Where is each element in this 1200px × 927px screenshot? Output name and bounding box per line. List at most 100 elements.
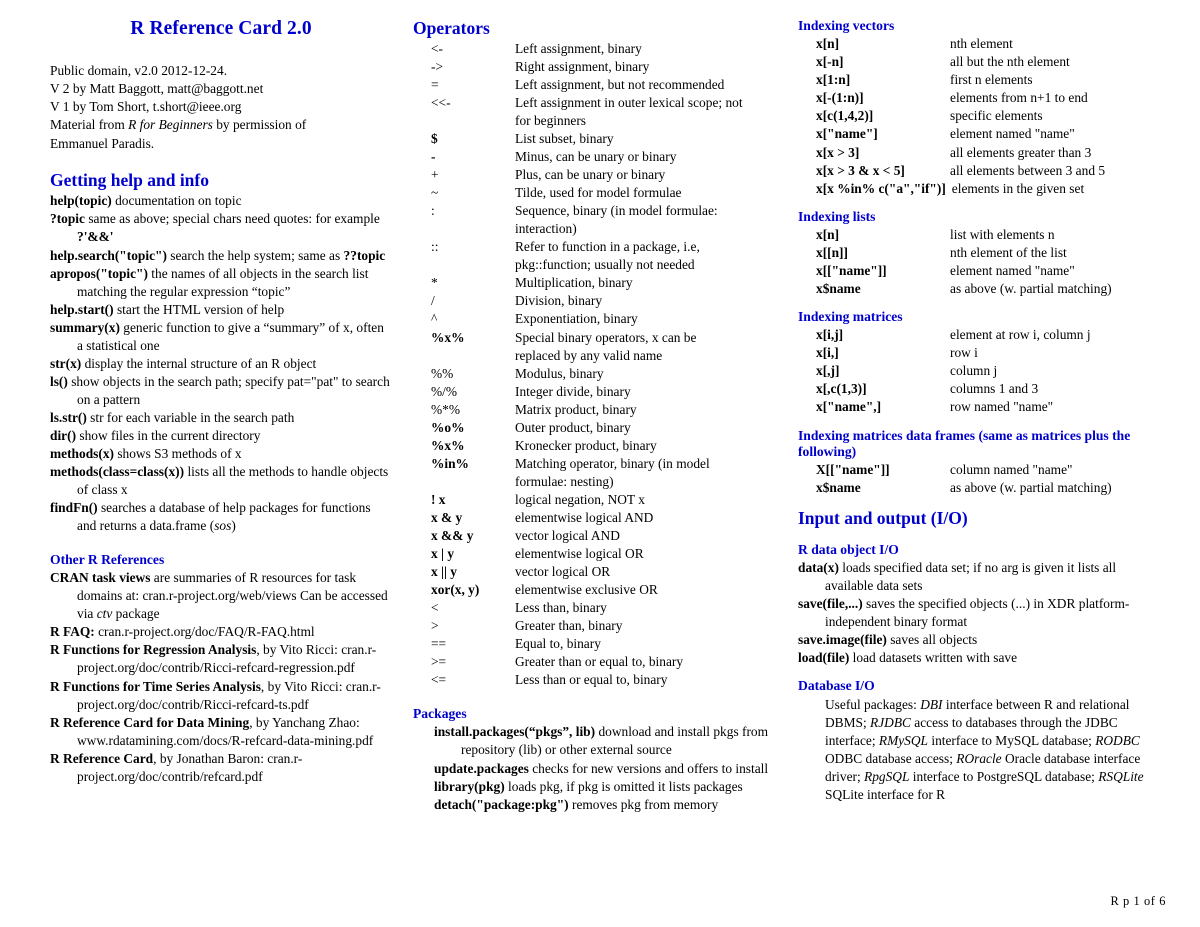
section-heading-database-io: Database I/O [798, 678, 875, 694]
table-row: x[c(1,4,2)] specific elements [798, 107, 1166, 125]
operator-description: Equal to, binary [515, 635, 776, 653]
operator-symbol-text: x[x > 3] [816, 144, 860, 160]
definition-term: ?topic [50, 211, 85, 227]
definition-entry: detach("package:pkg") removes pkg from m… [413, 796, 776, 814]
table-row: x | y elementwise logical OR [413, 545, 776, 563]
operator-symbol: < [431, 599, 439, 615]
operator-description-line: column j [950, 363, 998, 379]
intro-block: Public domain, v2.0 2012-12-24. V 2 by M… [50, 62, 392, 153]
operator-description: Exponentiation, binary [515, 310, 776, 328]
operator-symbol: >= [431, 654, 447, 670]
table-row: x[x > 3] all elements greater than 3 [798, 144, 1166, 162]
operator-description: elements from n+1 to end [950, 89, 1166, 107]
operator-symbol: : [431, 203, 435, 219]
definition-entry: help(topic) documentation on topic [50, 192, 392, 210]
operator-description-continuation: interaction) [515, 221, 577, 237]
definition-term: summary(x) [50, 319, 120, 335]
r-data-object-io-list: data(x) loads specified data set; if no … [798, 559, 1166, 667]
section-heading-indexing-data-frames: Indexing matrices data frames (same as m… [798, 427, 1131, 459]
operator-description: Sequence, binary (in model formulae: inte… [515, 202, 776, 238]
operator-description: Matching operator, binary (in model formu… [515, 455, 776, 491]
operator-symbol-text: %x% [431, 437, 465, 453]
intro-line: Emmanuel Paradis. [50, 135, 155, 151]
packages-list: install.packages(“pkgs”, lib) download a… [413, 723, 776, 813]
package-name: RJDBC [870, 714, 911, 730]
indexing-matrices-table: x[i,j] element at row i, column j x[i,] row… [798, 326, 1166, 416]
definition-term: help.start() [50, 301, 114, 317]
operator-symbol: x[n] [798, 226, 950, 244]
package-name: DBI [920, 696, 943, 712]
operator-description-line: first n elements [950, 72, 1033, 88]
indexing-lists-table: x[n] list with elements n x[[n]] nth elemen… [798, 226, 1166, 298]
operator-symbol: x[x > 3] [798, 144, 950, 162]
table-row: x & y elementwise logical AND [413, 509, 776, 527]
operator-description-line: List subset, binary [515, 131, 614, 147]
table-row: x[1:n] first n elements [798, 71, 1166, 89]
operator-symbol: x[,c(1,3)] [798, 380, 950, 398]
operator-description: column j [950, 362, 1166, 380]
package-name: RSQLite [1098, 768, 1144, 784]
operator-description-line: nth element [950, 36, 1013, 52]
definition-description: load datasets written with save [849, 650, 1018, 666]
operator-symbol-text: x["name",] [816, 399, 882, 415]
operator-description-line: column named "name" [950, 462, 1073, 478]
definition-term: str(x) [50, 355, 82, 371]
operator-description: Left assignment, binary [515, 40, 776, 58]
column-left: R Reference Card 2.0 Public domain, v2.0… [30, 18, 408, 786]
section-heading-input-output: Input and output (I/O) [798, 508, 968, 529]
operator-description-line: Division, binary [515, 293, 603, 309]
table-row: x[n] nth element [798, 35, 1166, 53]
table-row: < Less than, binary [413, 599, 776, 617]
definition-entry: R Functions for Time Series Analysis, by… [50, 678, 392, 714]
operator-symbol: * [431, 275, 438, 291]
operator-description-line: row named "name" [950, 399, 1054, 415]
definition-entry: str(x) display the internal structure of… [50, 355, 392, 373]
table-row: x || y vector logical OR [413, 563, 776, 581]
operator-description: Left assignment in outer lexical scope; … [515, 94, 776, 130]
table-row: <- Left assignment, binary [413, 40, 776, 58]
operator-description-line: Integer divide, binary [515, 383, 631, 399]
table-row: xor(x, y) elementwise exclusive OR [413, 581, 776, 599]
table-row: x[n] list with elements n [798, 226, 1166, 244]
table-row: X[["name"]] column named "name" [798, 461, 1166, 479]
operator-description: Modulus, binary [515, 365, 776, 383]
operator-symbol: x["name"] [798, 125, 950, 143]
table-row: %x% Kronecker product, binary [413, 437, 776, 455]
operator-description: Matrix product, binary [515, 401, 776, 419]
operator-symbol-text: x[n] [816, 226, 840, 242]
operator-description: nth element [950, 35, 1166, 53]
table-row: x$name as above (w. partial matching) [798, 280, 1166, 298]
table-row: %in% Matching operator, binary (in model f… [413, 455, 776, 491]
operator-description: Refer to function in a package, i.e, pkg:… [515, 238, 776, 274]
operator-symbol-text: x && y [431, 527, 474, 543]
definition-description: loads specified data set; if no arg is g… [825, 560, 1117, 594]
operator-description: elements in the given set [952, 180, 1166, 198]
table-row: x[,c(1,3)] columns 1 and 3 [798, 380, 1166, 398]
table-row: x[i,] row i [798, 344, 1166, 362]
operator-symbol-text: x["name"] [816, 126, 878, 142]
operator-description-line: Plus, can be unary or binary [515, 167, 666, 183]
table-row: x["name"] element named "name" [798, 125, 1166, 143]
operator-description-line: element named "name" [950, 262, 1075, 278]
operator-description-line: columns 1 and 3 [950, 381, 1039, 397]
operator-symbol-text: x[c(1,4,2)] [816, 108, 874, 124]
definition-entry: data(x) loads specified data set; if no … [798, 559, 1166, 595]
section-heading-other-references: Other R References [50, 552, 165, 568]
definition-tail: package [112, 606, 160, 622]
table-row: %*% Matrix product, binary [413, 401, 776, 419]
operator-symbol: = [431, 77, 439, 93]
table-row: x[i,j] element at row i, column j [798, 326, 1166, 344]
table-row: x[-n] all but the nth element [798, 53, 1166, 71]
operator-symbol: ~ [431, 185, 439, 201]
operator-symbol: x[i,j] [798, 326, 950, 344]
definition-description: loads pkg, if pkg is omitted it lists pa… [504, 778, 743, 794]
table-row: x[x %in% c("a","if")] elements in the gi… [798, 180, 1166, 198]
definition-entry: save.image(file) saves all objects [798, 631, 1166, 649]
package-name: RODBC [1095, 732, 1140, 748]
definition-description: generic function to give a “summary” of … [77, 319, 384, 353]
operator-description-line: Left assignment in outer lexical scope; … [515, 95, 743, 111]
section-heading-indexing-lists: Indexing lists [798, 208, 876, 224]
definition-term: findFn() [50, 499, 98, 515]
operator-description: logical negation, NOT x [515, 491, 776, 509]
definition-term: save.image(file) [798, 632, 887, 648]
